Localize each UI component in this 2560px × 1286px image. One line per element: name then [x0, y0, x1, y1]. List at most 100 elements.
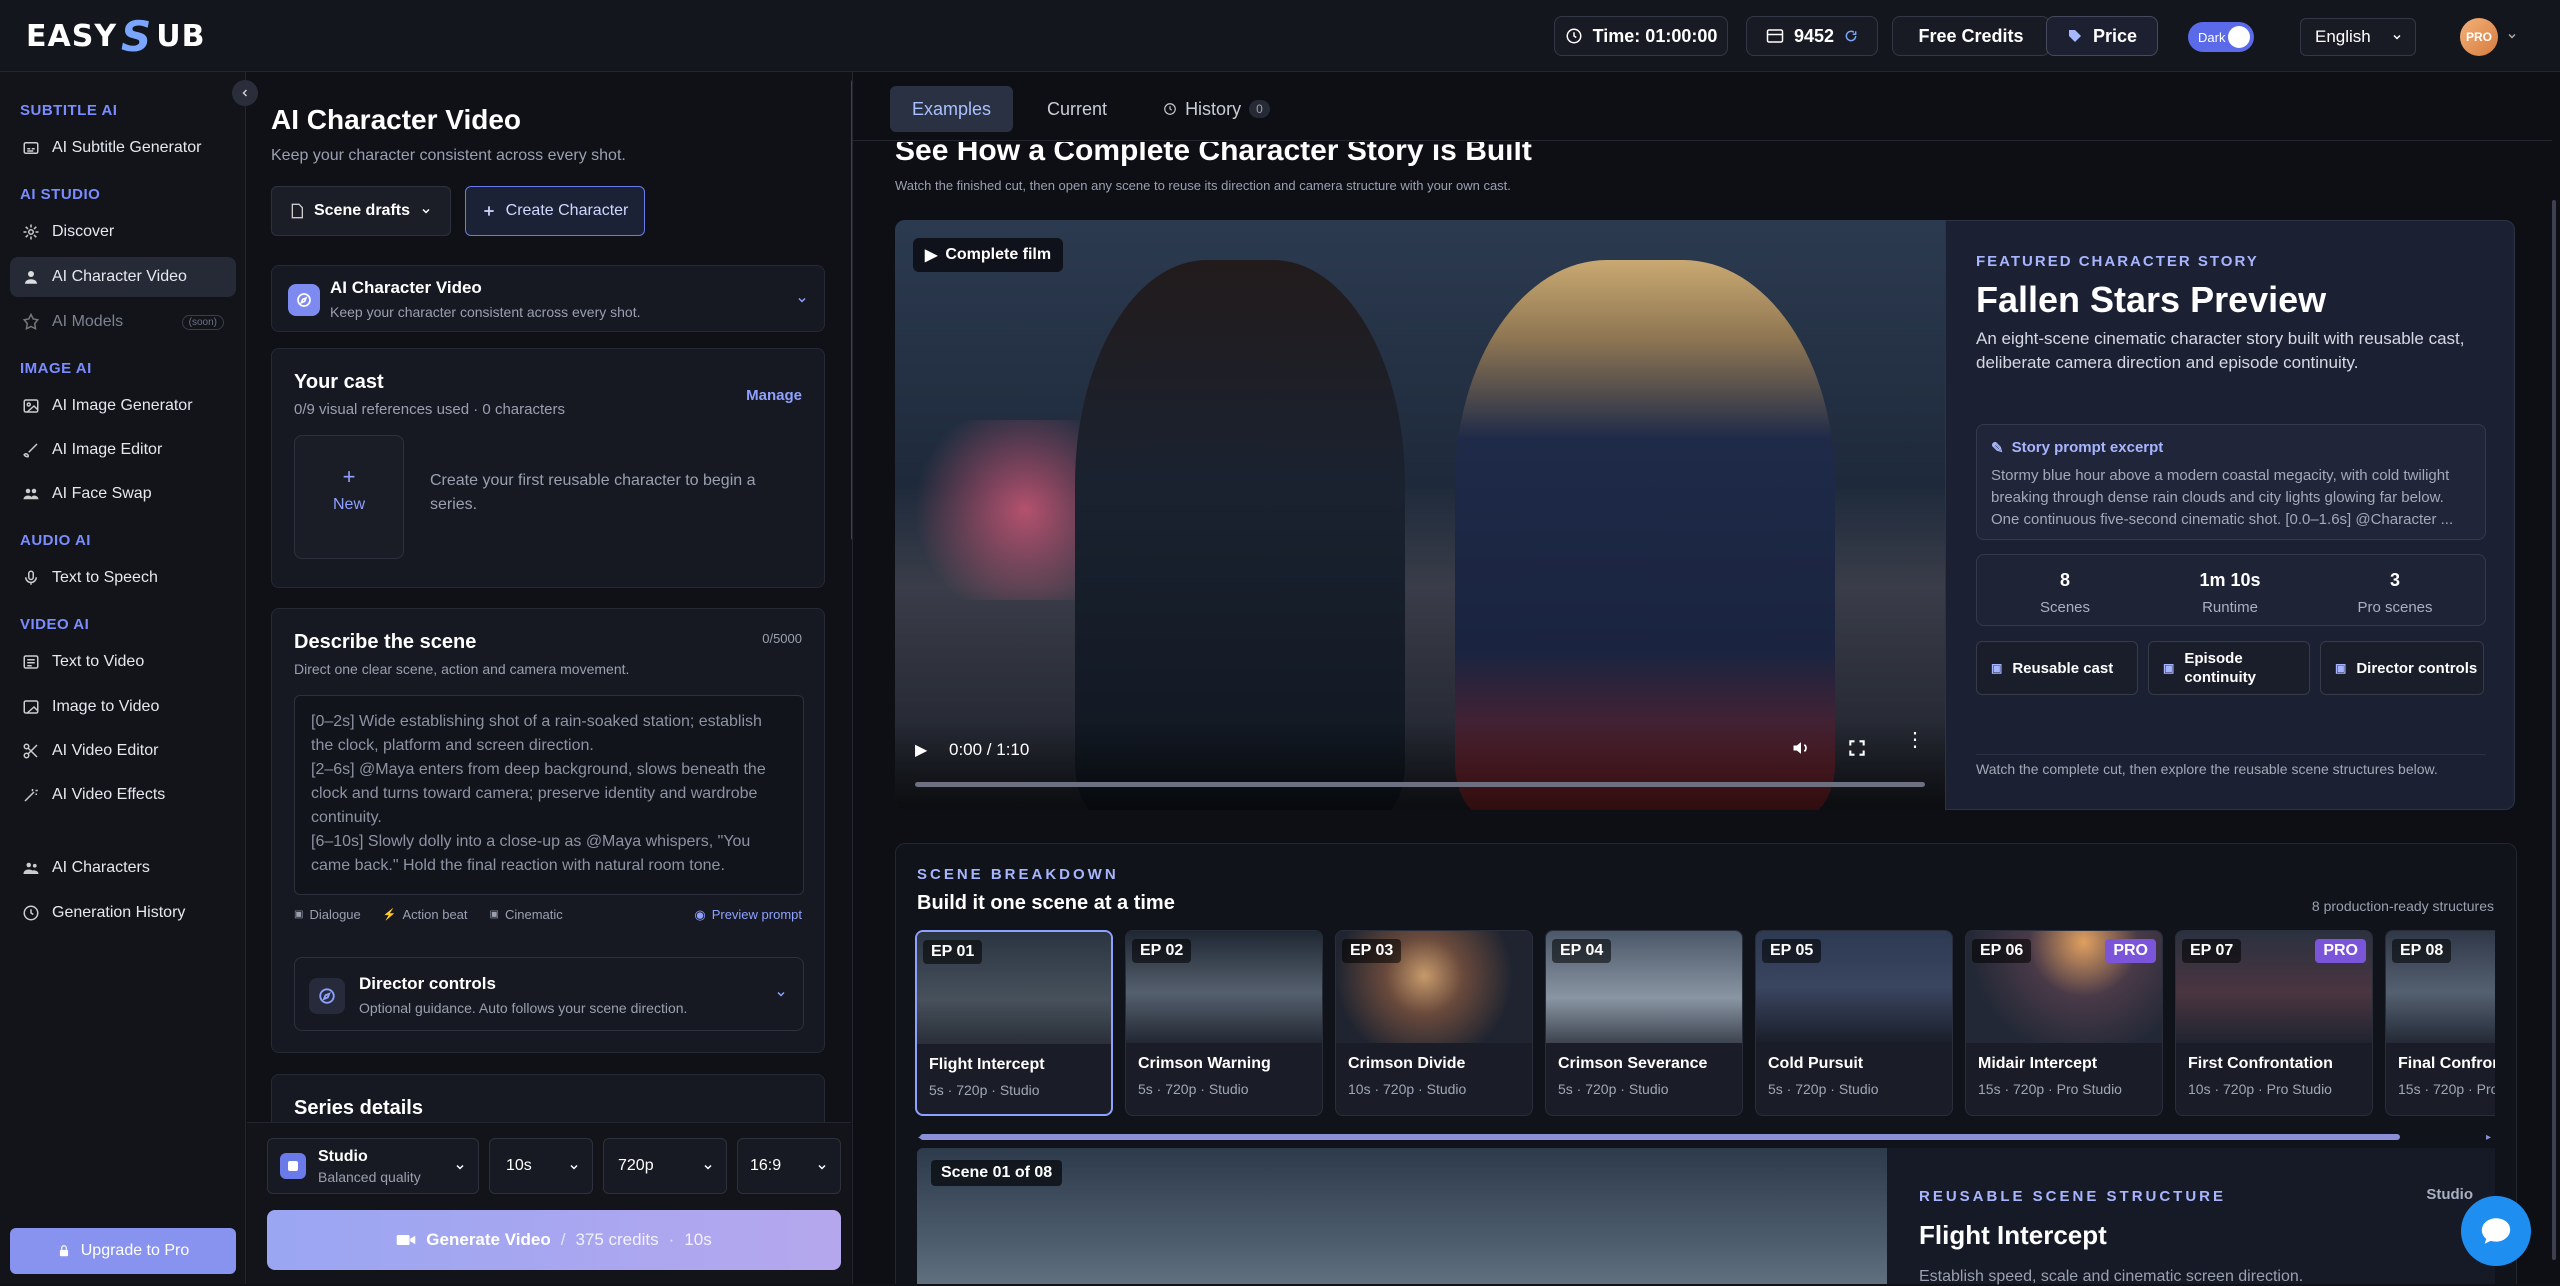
chat-support-button[interactable]: [2461, 1196, 2531, 1266]
series-card: Series details: [271, 1074, 825, 1124]
generate-video-button[interactable]: Generate Video / 375 credits · 10s: [267, 1210, 841, 1270]
avatar[interactable]: PRO: [2460, 18, 2498, 56]
logo[interactable]: EASY S UB: [26, 12, 206, 61]
tab-examples[interactable]: Examples: [890, 86, 1014, 132]
sparkle-icon: [22, 223, 40, 241]
chevron-down-icon[interactable]: [2506, 30, 2518, 42]
reuse-description: Establish speed, scale and cinematic scr…: [1919, 1268, 2304, 1285]
upgrade-button[interactable]: Upgrade to Pro: [10, 1228, 236, 1274]
manage-link[interactable]: Manage: [746, 387, 802, 404]
breakdown-title: Build it one scene at a time: [917, 892, 1175, 914]
episode-strip-scrollbar[interactable]: [920, 1134, 2400, 1140]
cast-subtitle: 0/9 visual references used · 0 character…: [294, 401, 565, 418]
price-button[interactable]: Price: [2046, 16, 2158, 56]
sidebar-item-ai-video-effects[interactable]: AI Video Effects: [10, 775, 236, 815]
sidebar-item-ai-characters[interactable]: AI Characters: [10, 848, 236, 888]
create-character-button[interactable]: Create Character: [465, 186, 645, 236]
episode-card-01[interactable]: EP 01 Flight Intercept 5s · 720p · Studi…: [915, 930, 1113, 1116]
scene-structure-panel: REUSABLE SCENE STRUCTURE Studio Flight I…: [1887, 1148, 2495, 1285]
scene-card: Describe the scene Direct one clear scen…: [271, 608, 825, 1053]
subtitle-icon: [22, 139, 40, 157]
more-options-icon[interactable]: ⋮: [1905, 730, 1925, 750]
sidebar-section-ai-studio: AI STUDIO: [20, 186, 101, 203]
cast-card: Your cast 0/9 visual references used · 0…: [271, 348, 825, 588]
scroll-right-arrow[interactable]: ▸: [2486, 1132, 2491, 1143]
sidebar-item-image-to-video[interactable]: Image to Video: [10, 687, 236, 727]
sidebar-item-discover[interactable]: Discover: [10, 212, 236, 252]
episode-card-03[interactable]: EP 03 Crimson Divide 10s · 720p · Studio: [1335, 930, 1533, 1116]
model-select[interactable]: Studio Balanced quality: [267, 1138, 479, 1194]
sidebar-section-image-ai: IMAGE AI: [20, 360, 92, 377]
featured-footer: Watch the complete cut, then explore the…: [1976, 761, 2438, 777]
chevron-down-icon: [796, 294, 808, 306]
scissors-icon: [22, 742, 40, 760]
excerpt-text: Stormy blue hour above a modern coastal …: [1991, 467, 2454, 528]
pencil-icon: ✎: [1991, 440, 2004, 457]
scroll-left-arrow[interactable]: ◂: [918, 1132, 923, 1143]
aspect-ratio-select[interactable]: 16:9: [737, 1138, 841, 1194]
episode-card-05[interactable]: EP 05 Cold Pursuit 5s · 720p · Studio: [1755, 930, 1953, 1116]
featured-title: Fallen Stars Preview: [1976, 279, 2327, 320]
episode-card-06[interactable]: EP 06 PRO Midair Intercept 15s · 720p · …: [1965, 930, 2163, 1116]
director-controls-toggle[interactable]: Director controls Optional guidance. Aut…: [294, 957, 804, 1031]
featured-video-player[interactable]: ▶ Complete film ▶ 0:00 / 1:10 ⋮: [895, 220, 1945, 810]
tab-current[interactable]: Current: [1025, 86, 1129, 132]
tag-action-beat[interactable]: ⚡ Action beat: [383, 907, 468, 922]
scene-subtitle: Direct one clear scene, action and camer…: [294, 661, 630, 677]
video-progress-bar[interactable]: [915, 782, 1925, 787]
sidebar-item-ai-image-editor[interactable]: AI Image Editor: [10, 430, 236, 470]
story-prompt-excerpt[interactable]: ✎ Story prompt excerpt Stormy blue hour a…: [1976, 424, 2486, 540]
cast-title: Your cast: [294, 371, 384, 393]
tag-dialogue[interactable]: ▣ Dialogue: [294, 907, 361, 922]
sidebar-item-generation-history[interactable]: Generation History: [10, 893, 236, 933]
episode-card-02[interactable]: EP 02 Crimson Warning 5s · 720p · Studio: [1125, 930, 1323, 1116]
refresh-icon[interactable]: [1844, 29, 1858, 43]
feature-reusable-cast[interactable]: ▣ Reusable cast: [1976, 641, 2138, 695]
studio-icon: [280, 1153, 306, 1179]
language-select[interactable]: English: [2300, 18, 2416, 56]
sidebar-item-ai-character-video[interactable]: AI Character Video: [10, 257, 236, 297]
sidebar-item-ai-face-swap[interactable]: AI Face Swap: [10, 474, 236, 514]
theme-toggle[interactable]: Dark: [2188, 22, 2254, 52]
featured-description: An eight-scene cinematic character story…: [1976, 329, 2465, 372]
section-subtitle: Watch the finished cut, then open any sc…: [895, 178, 1511, 193]
stat-scenes: 8 Scenes: [2039, 570, 2091, 616]
scene-title: Describe the scene: [294, 631, 477, 653]
stat-runtime: 1m 10s Runtime: [2199, 570, 2261, 616]
sidebar-item-ai-image-generator[interactable]: AI Image Generator: [10, 386, 236, 426]
episode-card-07[interactable]: EP 07 PRO First Confrontation 10s · 720p…: [2175, 930, 2373, 1116]
episode-card-08[interactable]: EP 08 Final Confrontation 15s · 720p · P…: [2385, 930, 2495, 1116]
tag-cinematic[interactable]: ▣ Cinematic: [490, 907, 563, 922]
new-character-button[interactable]: + New: [294, 435, 404, 559]
chevron-down-icon: [775, 988, 787, 1000]
sidebar-item-ai-video-editor[interactable]: AI Video Editor: [10, 731, 236, 771]
scene-drafts-dropdown[interactable]: Scene drafts: [271, 186, 451, 236]
play-button[interactable]: ▶: [915, 740, 927, 760]
mode-selector[interactable]: AI Character Video Keep your character c…: [271, 265, 825, 332]
episode-card-04[interactable]: EP 04 Crimson Severance 5s · 720p · Stud…: [1545, 930, 1743, 1116]
examples-scrollbar[interactable]: [2552, 200, 2556, 1260]
preview-prompt-link[interactable]: ◉ Preview prompt: [694, 907, 802, 923]
sidebar-item-ai-models[interactable]: AI Models (soon): [10, 302, 236, 342]
sidebar-item-text-to-video[interactable]: Text to Video: [10, 642, 236, 682]
credits-balance[interactable]: 9452: [1746, 16, 1878, 56]
fullscreen-icon[interactable]: [1847, 738, 1867, 758]
scene-preview-image[interactable]: Scene 01 of 08: [917, 1148, 1887, 1284]
feature-episode-continuity[interactable]: ▣ Episode continuity: [2148, 641, 2310, 695]
scene-prompt-textarea[interactable]: [0–2s] Wide establishing shot of a rain-…: [294, 695, 804, 895]
sidebar-item-ai-subtitle-generator[interactable]: AI Subtitle Generator: [10, 128, 236, 168]
featured-info-panel: FEATURED CHARACTER STORY Fallen Stars Pr…: [1945, 220, 2515, 810]
duration-select[interactable]: 10s: [489, 1138, 593, 1194]
sidebar: SUBTITLE AI AI Subtitle Generator AI STU…: [0, 72, 246, 1284]
video-time: 0:00 / 1:10: [949, 740, 1030, 759]
sidebar-collapse-button[interactable]: [232, 80, 258, 106]
clock-icon: [1163, 102, 1177, 116]
character-count: 0/5000: [762, 631, 802, 646]
tab-history[interactable]: History 0: [1141, 86, 1292, 132]
sidebar-item-text-to-speech[interactable]: Text to Speech: [10, 558, 236, 598]
models-icon: [22, 313, 40, 331]
free-credits-button[interactable]: Free Credits: [1892, 16, 2050, 56]
feature-director-controls[interactable]: ▣ Director controls: [2320, 641, 2484, 695]
resolution-select[interactable]: 720p: [603, 1138, 727, 1194]
volume-icon[interactable]: [1791, 738, 1811, 758]
